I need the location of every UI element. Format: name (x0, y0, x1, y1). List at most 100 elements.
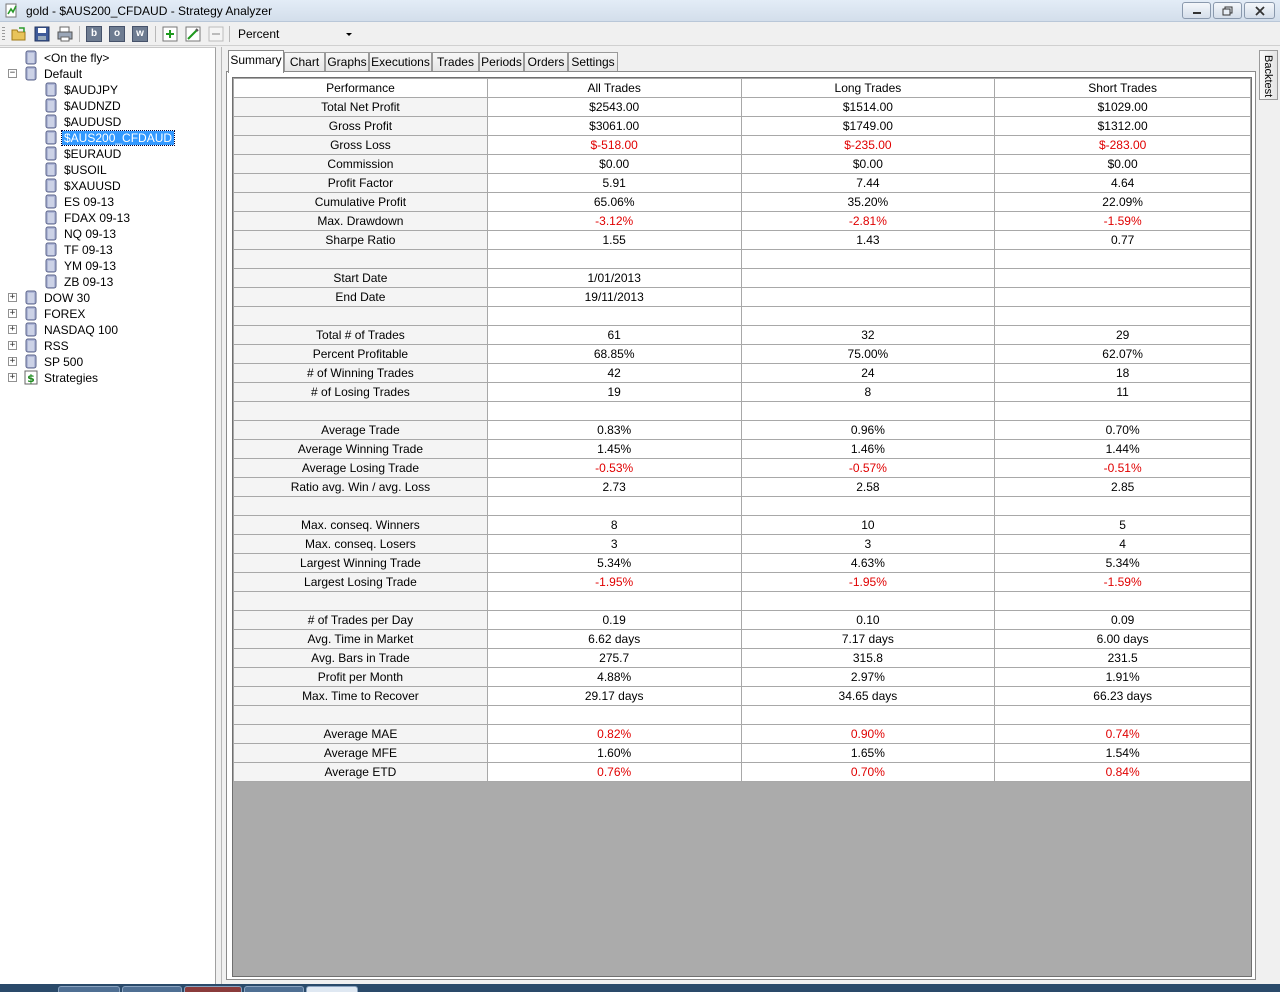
bold-format-button[interactable]: b (86, 26, 102, 42)
short-trades-value: 4.64 (994, 173, 1251, 193)
tree-node[interactable]: $AUS200_CFDAUD (0, 130, 214, 146)
tree-node[interactable]: $AUDNZD (0, 98, 214, 114)
tree-node[interactable]: + NASDAQ 100 (0, 322, 214, 338)
window-format-button[interactable]: w (132, 26, 148, 42)
tab-summary[interactable]: Summary (228, 50, 284, 73)
toolbar-grip[interactable] (2, 27, 5, 41)
tree-node-label[interactable]: RSS (42, 339, 71, 353)
open-folder-icon[interactable] (10, 25, 28, 43)
metric-label: Max. Time to Recover (233, 686, 488, 706)
instrument-tree[interactable]: <On the fly> − Default $AUDJPY $AUDNZD $AUDUS… (0, 47, 216, 984)
tree-node[interactable]: $USOIL (0, 162, 214, 178)
tree-node[interactable]: $AUDUSD (0, 114, 214, 130)
expand-icon[interactable]: + (8, 309, 17, 318)
long-trades-value (740, 249, 996, 269)
taskbar-item[interactable] (184, 986, 242, 992)
tree-node-label[interactable]: YM 09-13 (62, 259, 118, 273)
tree-node-label[interactable]: $AUDJPY (62, 83, 120, 97)
collapse-icon[interactable]: − (8, 69, 17, 78)
all-trades-value: 0.76% (486, 762, 742, 782)
column-header-performance[interactable]: Performance (233, 78, 488, 98)
tree-node-label[interactable]: $XAUUSD (62, 179, 123, 193)
tree-node[interactable]: ZB 09-13 (0, 274, 214, 290)
save-icon[interactable] (33, 25, 51, 43)
taskbar-item[interactable] (306, 986, 358, 992)
taskbar-item[interactable] (244, 986, 304, 992)
print-icon[interactable] (56, 25, 74, 43)
tree-node[interactable]: − Default (0, 66, 214, 82)
expand-icon[interactable]: + (8, 357, 17, 366)
instrument-list-icon (45, 226, 57, 241)
taskbar-item[interactable] (122, 986, 182, 992)
short-trades-value: 0.74% (994, 724, 1251, 744)
metric-label: # of Trades per Day (233, 610, 488, 630)
metric-label (233, 705, 488, 725)
tab-chart[interactable]: Chart (284, 52, 325, 72)
tree-node-label[interactable]: FDAX 09-13 (62, 211, 132, 225)
tree-node[interactable]: TF 09-13 (0, 242, 214, 258)
column-header-short-trades[interactable]: Short Trades (994, 78, 1251, 98)
tab-periods[interactable]: Periods (479, 52, 524, 72)
table-row: Percent Profitable 68.85% 75.00% 62.07% (233, 344, 1251, 364)
tree-node[interactable]: NQ 09-13 (0, 226, 214, 242)
expand-icon[interactable]: + (8, 325, 17, 334)
tree-node-label[interactable]: Strategies (42, 371, 100, 385)
tree-node[interactable]: $XAUUSD (0, 178, 214, 194)
expand-icon[interactable]: + (8, 373, 17, 382)
tree-node-label[interactable]: <On the fly> (42, 51, 111, 65)
tree-node[interactable]: ES 09-13 (0, 194, 214, 210)
tree-node[interactable]: YM 09-13 (0, 258, 214, 274)
tab-trades[interactable]: Trades (432, 52, 479, 72)
tree-node[interactable]: + SP 500 (0, 354, 214, 370)
all-trades-value: $0.00 (486, 154, 742, 174)
tab-graphs[interactable]: Graphs (325, 52, 369, 72)
tree-node-label[interactable]: NASDAQ 100 (42, 323, 120, 337)
restore-button[interactable] (1213, 2, 1242, 19)
display-mode-dropdown[interactable]: Percent (232, 25, 356, 44)
tree-node-label[interactable]: TF 09-13 (62, 243, 115, 257)
tab-orders[interactable]: Orders (524, 52, 568, 72)
tree-node[interactable]: + RSS (0, 338, 214, 354)
tab-executions[interactable]: Executions (369, 52, 432, 72)
tree-node[interactable]: FDAX 09-13 (0, 210, 214, 226)
tree-node-label[interactable]: DOW 30 (42, 291, 92, 305)
column-header-all-trades[interactable]: All Trades (486, 78, 742, 98)
tree-node-label[interactable]: $USOIL (62, 163, 109, 177)
tree-node[interactable]: <On the fly> (0, 50, 214, 66)
tree-node-label[interactable]: SP 500 (42, 355, 85, 369)
panel-splitter[interactable] (216, 47, 222, 984)
tree-node[interactable]: + $ Strategies (0, 370, 214, 386)
edit-icon[interactable] (184, 25, 202, 43)
table-row: Max. conseq. Losers 3 3 4 (233, 534, 1251, 554)
tree-node[interactable]: + FOREX (0, 306, 214, 322)
close-button[interactable] (1244, 2, 1275, 19)
tree-node[interactable]: $EURAUD (0, 146, 214, 162)
short-trades-value: 18 (994, 363, 1251, 383)
all-trades-value (486, 401, 742, 421)
tree-node-label[interactable]: Default (42, 67, 84, 81)
short-trades-value: 4 (994, 534, 1251, 554)
short-trades-value (994, 705, 1251, 725)
taskbar-item[interactable] (58, 986, 120, 992)
expand-icon[interactable]: + (8, 341, 17, 350)
tree-node-label[interactable]: $EURAUD (62, 147, 123, 161)
tree-node-label[interactable]: NQ 09-13 (62, 227, 118, 241)
tree-node-label[interactable]: FOREX (42, 307, 87, 321)
tree-node-label[interactable]: ES 09-13 (62, 195, 116, 209)
table-spacer-row (233, 496, 1251, 516)
remove-icon (208, 26, 224, 42)
expand-icon[interactable]: + (8, 293, 17, 302)
column-header-long-trades[interactable]: Long Trades (740, 78, 996, 98)
tree-node-label[interactable]: $AUS200_CFDAUD (60, 130, 176, 146)
tree-node-label[interactable]: $AUDNZD (62, 99, 123, 113)
tree-node-label[interactable]: ZB 09-13 (62, 275, 115, 289)
tab-settings[interactable]: Settings (568, 52, 618, 72)
add-icon[interactable] (161, 25, 179, 43)
tree-node-label[interactable]: $AUDUSD (62, 115, 123, 129)
toolbar-separator (79, 26, 80, 42)
backtest-side-tab[interactable]: Backtest (1259, 50, 1278, 100)
outline-format-button[interactable]: o (109, 26, 125, 42)
tree-node[interactable]: $AUDJPY (0, 82, 214, 98)
minimize-button[interactable] (1182, 2, 1211, 19)
tree-node[interactable]: + DOW 30 (0, 290, 214, 306)
